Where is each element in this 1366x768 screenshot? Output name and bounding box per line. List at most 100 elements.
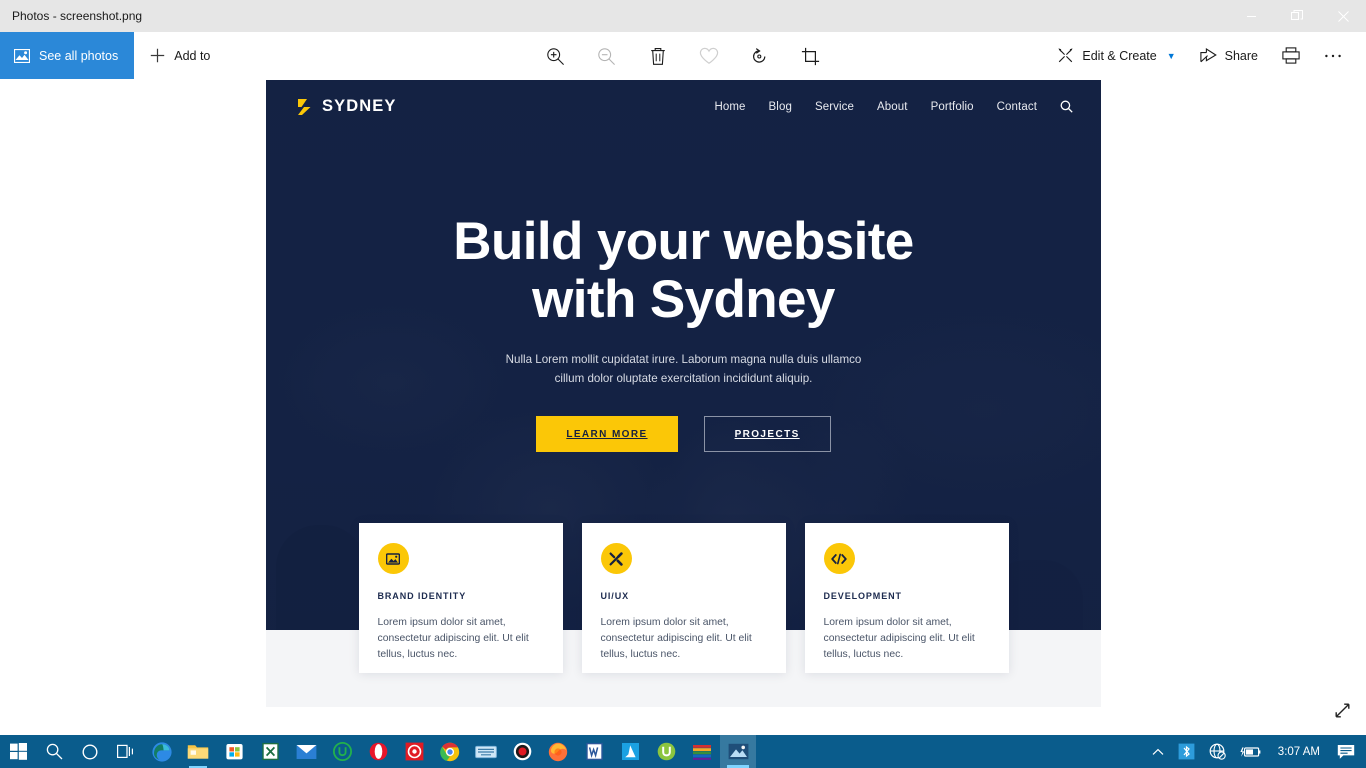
development-icon-badge	[823, 543, 855, 574]
minimize-icon	[1246, 15, 1256, 17]
favorite-button[interactable]	[694, 41, 724, 71]
nav-item-home[interactable]: Home	[714, 101, 745, 113]
opera-icon	[369, 742, 387, 761]
taskbar-file-explorer-button[interactable]	[180, 735, 216, 768]
taskbar-photos-button[interactable]	[720, 735, 756, 768]
card-text: Lorem ipsum dolor sit amet, consectetur …	[600, 617, 752, 660]
taskbar-word-button[interactable]	[576, 735, 612, 768]
nav-item-blog[interactable]: Blog	[769, 101, 792, 113]
photo-viewport[interactable]: SYDNEY Home Blog Service About Portfolio…	[0, 80, 1366, 735]
battery-button[interactable]	[1233, 735, 1268, 768]
more-options-button[interactable]	[1312, 32, 1354, 80]
battery-charging-icon	[1240, 746, 1261, 757]
see-all-photos-label: See all photos	[39, 48, 119, 63]
learn-more-button[interactable]: LEARN MORE	[536, 416, 678, 452]
zoom-in-button[interactable]	[541, 41, 571, 71]
notifications-icon	[1337, 744, 1355, 759]
nav-item-service[interactable]: Service	[815, 101, 854, 113]
app-command-bar: See all photos Add to Edit & Create ▼ Sh…	[0, 32, 1366, 80]
windows-taskbar: 3:07 AM	[0, 735, 1366, 768]
share-label: Share	[1224, 48, 1258, 63]
card-text: Lorem ipsum dolor sit amet, consectetur …	[823, 617, 975, 660]
notifications-button[interactable]	[1330, 735, 1362, 768]
utorrent-green-icon	[332, 742, 352, 761]
minimize-button[interactable]	[1228, 0, 1274, 32]
taskbar-opera-button[interactable]	[360, 735, 396, 768]
tools-icon	[609, 551, 623, 566]
zoom-in-icon	[547, 47, 564, 65]
network-button[interactable]	[1202, 735, 1233, 768]
search-icon	[46, 743, 62, 760]
card-title: UI/UX	[600, 591, 630, 601]
clock[interactable]: 3:07 AM	[1268, 746, 1330, 758]
share-button[interactable]: Share	[1188, 32, 1270, 80]
brand-logo-group[interactable]: SYDNEY	[296, 97, 396, 116]
add-to-button[interactable]: Add to	[134, 32, 224, 79]
rotate-button[interactable]	[745, 41, 775, 71]
record-icon	[513, 742, 531, 761]
start-button[interactable]	[0, 735, 36, 768]
target-red-icon	[405, 742, 423, 761]
zoom-out-button[interactable]	[592, 41, 622, 71]
nav-item-about[interactable]: About	[877, 101, 908, 113]
show-hidden-icons-button[interactable]	[1145, 735, 1171, 768]
feature-card-ui-ux[interactable]: UI/UX Lorem ipsum dolor sit amet, consec…	[581, 523, 786, 673]
projects-button[interactable]: PROJECTS	[703, 416, 831, 452]
window-title: Photos - screenshot.png	[12, 9, 143, 23]
cortana-button[interactable]	[72, 735, 108, 768]
taskbar-record-button[interactable]	[504, 735, 540, 768]
bluetooth-button[interactable]	[1171, 735, 1202, 768]
rotate-icon	[753, 47, 766, 63]
cortana-circle-icon	[82, 743, 98, 760]
ui-ux-icon-badge	[600, 543, 632, 574]
taskbar-edge-button[interactable]	[144, 735, 180, 768]
taskbar-winrar-button[interactable]	[684, 735, 720, 768]
photos-icon	[728, 743, 748, 760]
utorrent-icon	[657, 742, 675, 761]
share-icon	[1199, 48, 1217, 63]
window-titlebar: Photos - screenshot.png	[0, 0, 1366, 32]
taskbar-chrome-button[interactable]	[432, 735, 468, 768]
hero-subtitle-line-2: cillum dolor oluptate exercitation incid…	[554, 371, 813, 385]
feature-card-brand-identity[interactable]: BRAND IDENTITY Lorem ipsum dolor sit ame…	[358, 523, 563, 673]
taskbar-keyboard-button[interactable]	[468, 735, 504, 768]
taskbar-utorrent-button[interactable]	[648, 735, 684, 768]
search-button[interactable]	[36, 735, 72, 768]
hero-title: Build your website with Sydney	[266, 213, 1101, 329]
nav-search-button[interactable]	[1060, 100, 1073, 113]
bluetooth-icon	[1178, 743, 1195, 760]
window-controls	[1228, 0, 1366, 32]
taskbar-utorrent-green-button[interactable]	[324, 735, 360, 768]
firefox-icon	[548, 742, 568, 761]
edit-and-create-button[interactable]: Edit & Create ▼	[1045, 32, 1187, 80]
nav-item-contact[interactable]: Contact	[997, 101, 1037, 113]
taskbar-target-button[interactable]	[396, 735, 432, 768]
expand-diagonal-icon	[1335, 703, 1350, 718]
nav-item-portfolio[interactable]: Portfolio	[931, 101, 974, 113]
brand-name: SYDNEY	[322, 97, 397, 115]
see-all-photos-button[interactable]: See all photos	[0, 32, 135, 79]
restore-icon	[1291, 10, 1303, 20]
print-button[interactable]	[1270, 32, 1312, 80]
taskbar-excel-button[interactable]	[252, 735, 288, 768]
plus-icon	[151, 48, 165, 63]
taskbar-microsoft-store-button[interactable]	[216, 735, 252, 768]
microsoft-store-icon	[225, 744, 243, 760]
close-button[interactable]	[1320, 0, 1366, 32]
expand-fullscreen-button[interactable]	[1333, 701, 1352, 725]
taskbar-firefox-button[interactable]	[540, 735, 576, 768]
delete-button[interactable]	[643, 41, 673, 71]
taskbar-azure-button[interactable]	[612, 735, 648, 768]
azure-icon	[621, 743, 639, 760]
task-view-button[interactable]	[108, 735, 144, 768]
crop-button[interactable]	[796, 41, 826, 71]
excel-icon	[261, 742, 279, 761]
file-explorer-icon	[187, 745, 209, 759]
right-tools-group: Edit & Create ▼ Share	[1045, 32, 1366, 79]
restore-button[interactable]	[1274, 0, 1320, 32]
taskbar-mail-button[interactable]	[288, 735, 324, 768]
feature-card-development[interactable]: DEVELOPMENT Lorem ipsum dolor sit amet, …	[804, 523, 1009, 673]
chrome-icon	[440, 742, 460, 761]
system-tray: 3:07 AM	[1145, 735, 1366, 768]
add-to-label: Add to	[174, 48, 211, 63]
